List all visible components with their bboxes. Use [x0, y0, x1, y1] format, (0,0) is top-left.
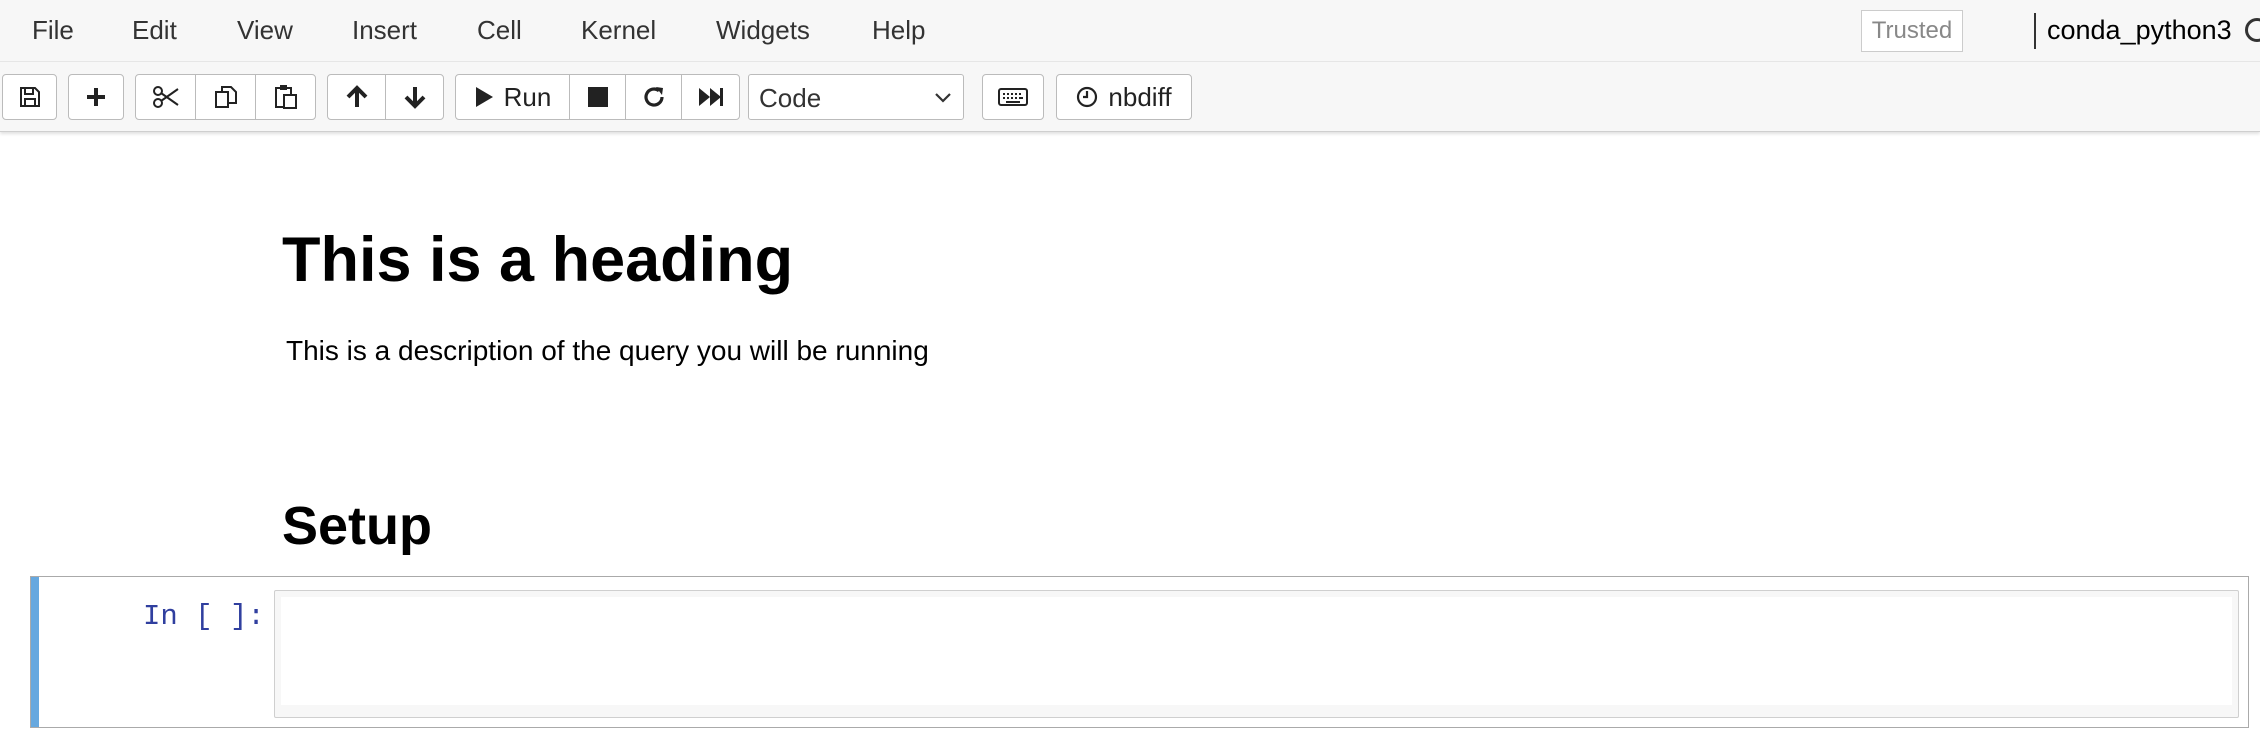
- nbdiff-label: nbdiff: [1108, 81, 1172, 112]
- copy-button[interactable]: [195, 74, 256, 120]
- menu-edit[interactable]: Edit: [132, 14, 177, 46]
- kernel-name[interactable]: conda_python3: [2047, 14, 2232, 46]
- fast-forward-icon: [698, 86, 724, 108]
- cell-type-select[interactable]: Code: [748, 74, 964, 120]
- run-button-label: Run: [503, 81, 552, 112]
- copy-icon: [213, 84, 239, 110]
- paste-icon: [273, 84, 299, 110]
- move-down-button[interactable]: [385, 74, 444, 120]
- scissors-icon: [152, 86, 180, 108]
- play-icon: [474, 86, 494, 108]
- save-button[interactable]: [2, 74, 57, 120]
- stop-icon: [587, 86, 609, 108]
- plus-icon: [85, 86, 107, 108]
- arrow-down-icon: [403, 85, 427, 109]
- menu-view[interactable]: View: [237, 14, 293, 46]
- section-heading-setup[interactable]: Setup: [282, 493, 432, 559]
- interrupt-kernel-button[interactable]: [569, 74, 626, 120]
- keyboard-shortcuts-button[interactable]: [982, 74, 1044, 120]
- chevron-down-icon: [933, 87, 953, 112]
- menu-cell[interactable]: Cell: [477, 14, 522, 46]
- floppy-disk-icon: [19, 86, 41, 108]
- restart-kernel-button[interactable]: [625, 74, 682, 120]
- cell-type-value: Code: [759, 83, 822, 113]
- menu-bar: File Edit View Insert Cell Kernel Widget…: [0, 0, 2260, 62]
- trusted-indicator[interactable]: Trusted: [1861, 10, 1963, 52]
- clock-icon: [1076, 86, 1098, 108]
- code-editor[interactable]: [281, 597, 2232, 705]
- kernel-separator: [2034, 13, 2036, 49]
- menu-widgets[interactable]: Widgets: [716, 14, 810, 46]
- paste-button[interactable]: [255, 74, 316, 120]
- code-input-area[interactable]: [274, 590, 2239, 718]
- menu-kernel[interactable]: Kernel: [581, 14, 656, 46]
- menu-file[interactable]: File: [32, 14, 74, 46]
- keyboard-icon: [998, 87, 1028, 107]
- input-prompt: In [ ]:: [143, 600, 265, 633]
- menu-help[interactable]: Help: [872, 14, 925, 46]
- toolbar: Run Code nbdiff: [0, 62, 2260, 132]
- menu-insert[interactable]: Insert: [352, 14, 417, 46]
- kernel-status-icon: [2245, 18, 2260, 42]
- move-up-button[interactable]: [327, 74, 386, 120]
- notebook-heading[interactable]: This is a heading: [282, 222, 793, 298]
- arrow-up-icon: [345, 85, 369, 109]
- restart-run-all-button[interactable]: [681, 74, 740, 120]
- run-button[interactable]: Run: [455, 74, 570, 120]
- selected-cell-indicator: [31, 577, 39, 727]
- nbdiff-button[interactable]: nbdiff: [1056, 74, 1192, 120]
- refresh-icon: [642, 85, 666, 109]
- insert-cell-button[interactable]: [68, 74, 124, 120]
- notebook-description[interactable]: This is a description of the query you w…: [286, 333, 929, 369]
- code-cell[interactable]: In [ ]:: [30, 576, 2249, 728]
- cut-button[interactable]: [135, 74, 196, 120]
